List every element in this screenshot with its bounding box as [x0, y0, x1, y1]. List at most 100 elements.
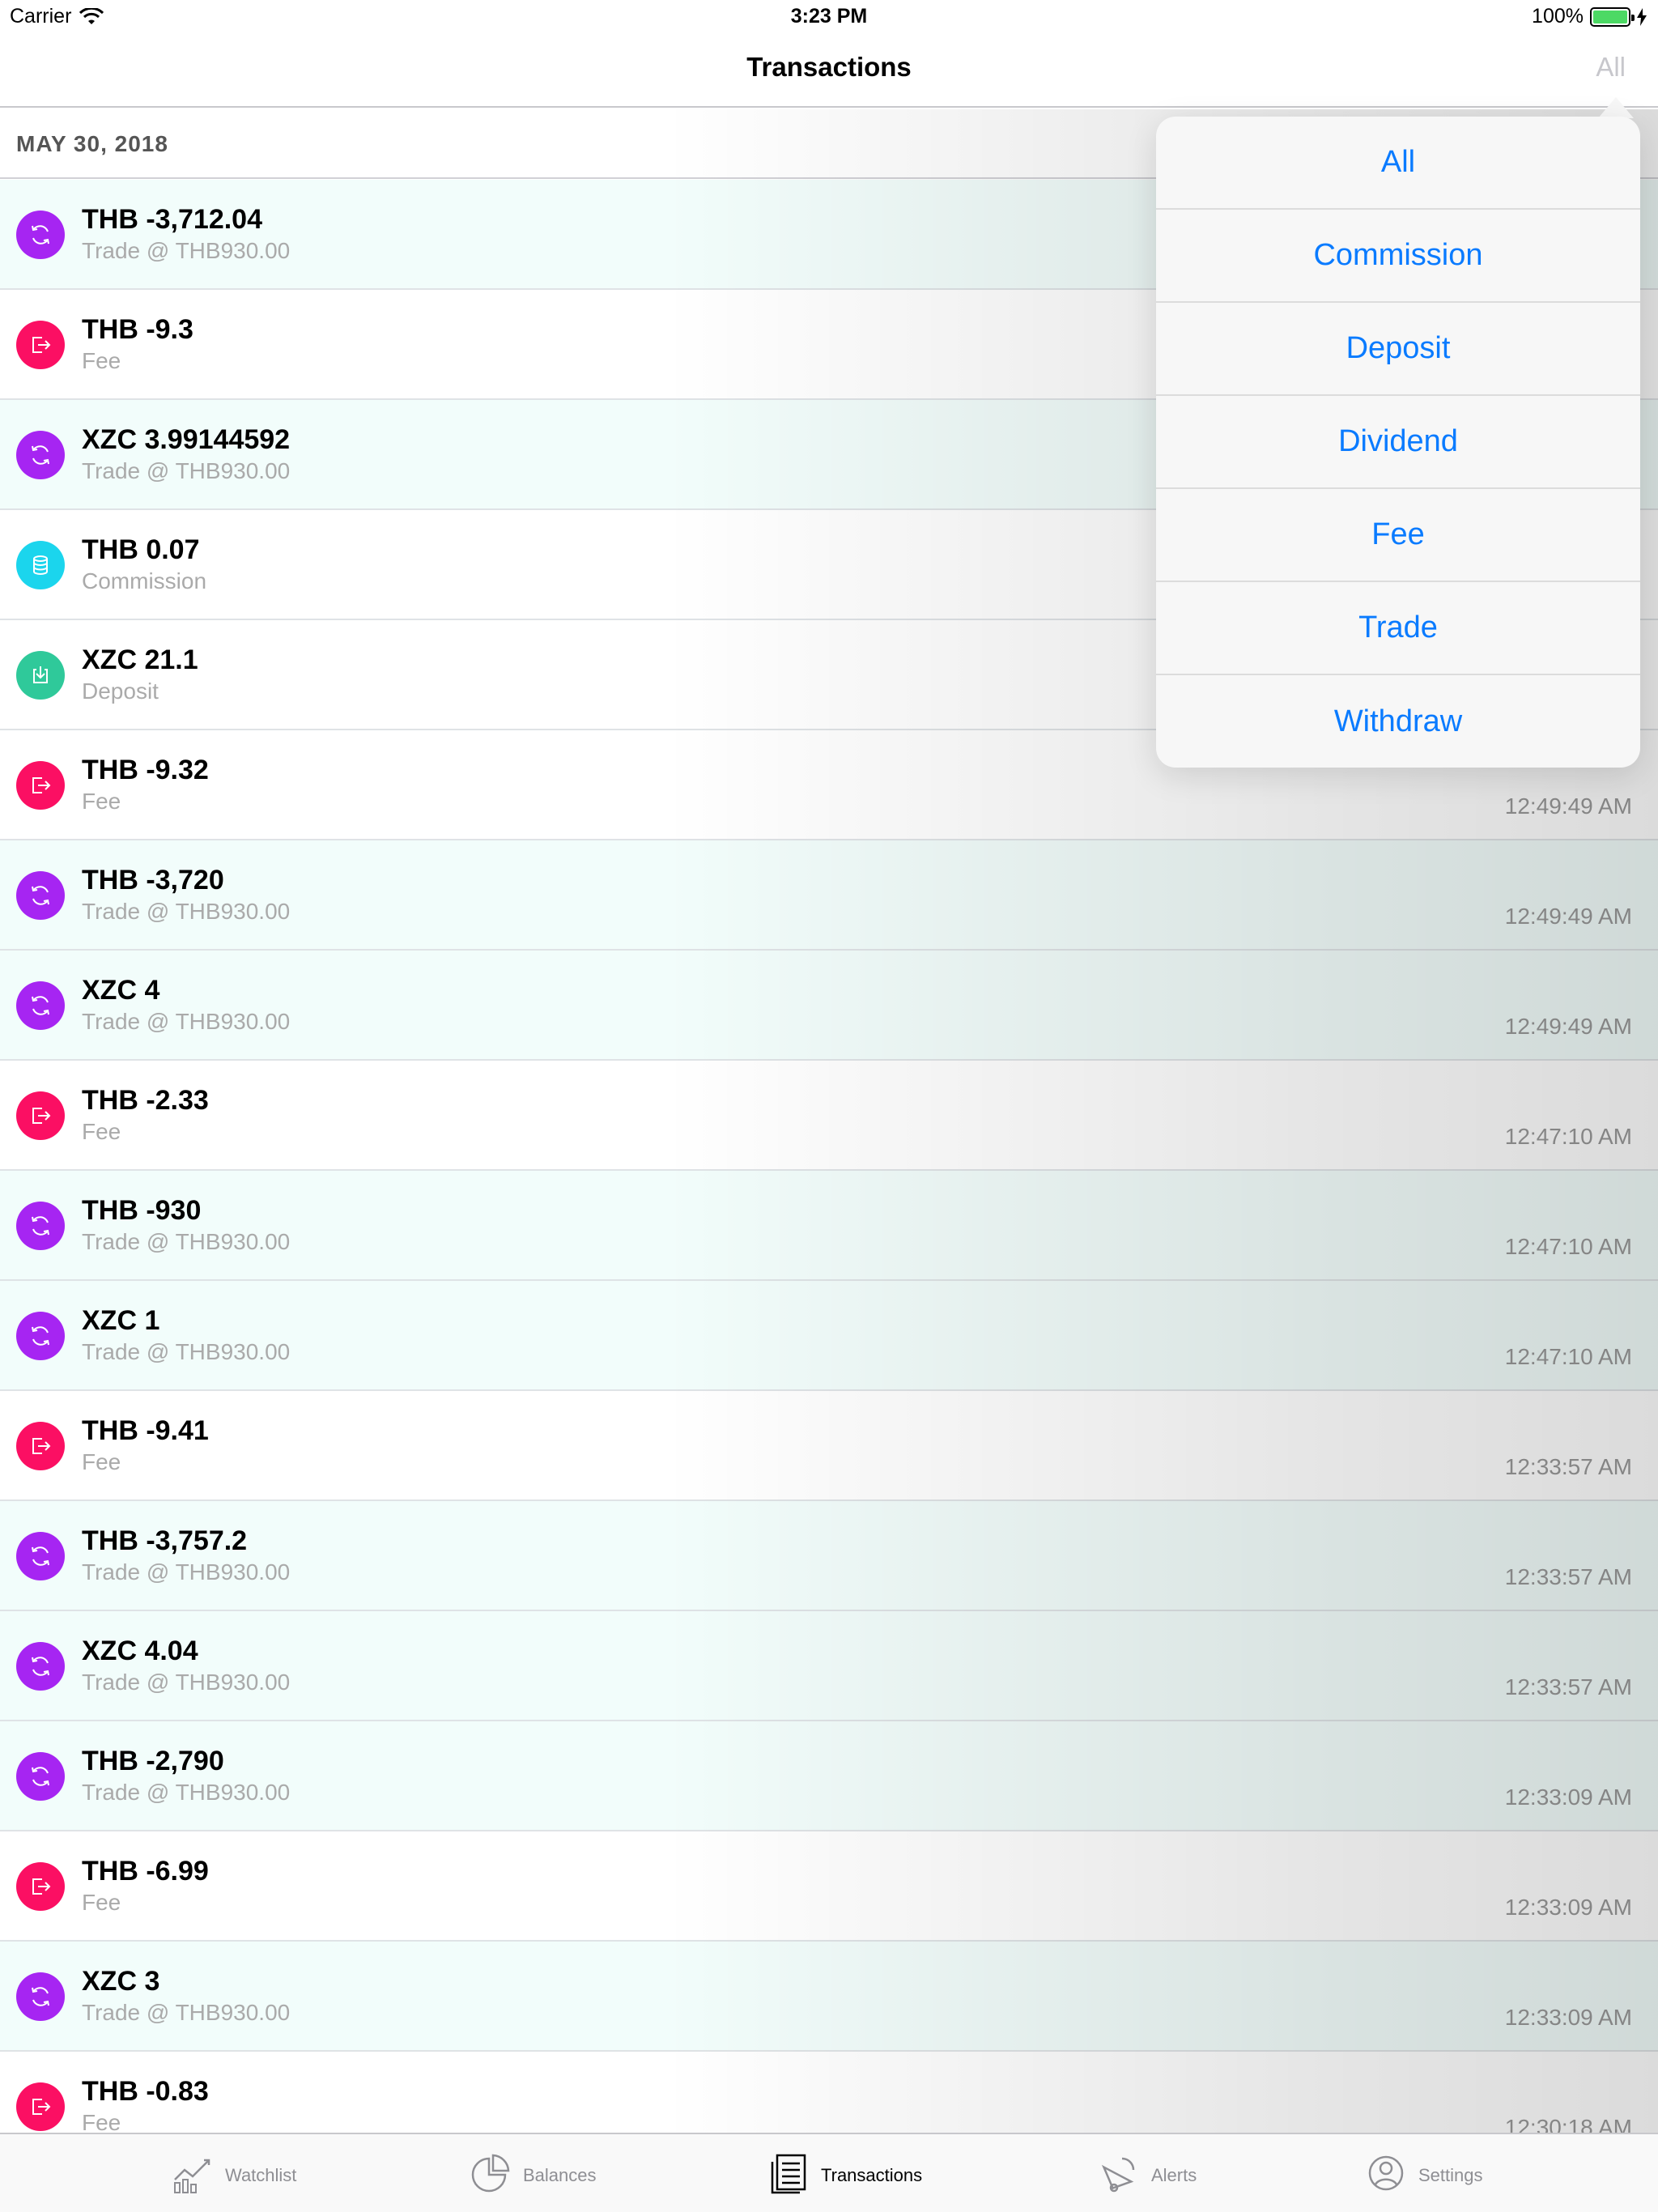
chart-icon — [172, 2152, 214, 2199]
status-time: 3:23 PM — [790, 5, 868, 28]
tab-label: Settings — [1418, 2165, 1483, 2185]
transaction-time: 12:47:10 AM — [1504, 1124, 1632, 1149]
gear-icon — [1365, 2152, 1407, 2199]
transaction-time: 12:47:10 AM — [1504, 1344, 1632, 1369]
trade-icon — [16, 871, 65, 920]
trade-icon — [16, 1972, 65, 2021]
table-row[interactable]: THB -930 Trade @ THB930.00 12:47:10 AM — [0, 1171, 1658, 1281]
fee-icon — [16, 761, 65, 810]
filter-option-fee[interactable]: Fee — [1156, 489, 1640, 582]
transaction-amount: XZC 21.1 — [82, 644, 198, 675]
fee-icon — [16, 1862, 65, 1911]
filter-option-deposit[interactable]: Deposit — [1156, 303, 1640, 396]
transaction-amount: THB -9.3 — [82, 314, 193, 345]
transaction-amount: THB -3,720 — [82, 865, 224, 895]
transaction-description: Trade @ THB930.00 — [82, 2000, 291, 2025]
transaction-time: 12:33:09 AM — [1504, 1895, 1632, 1920]
transaction-amount: THB 0.07 — [82, 534, 200, 565]
transaction-time: 12:49:49 AM — [1504, 793, 1632, 819]
table-row[interactable]: THB -3,757.2 Trade @ THB930.00 12:33:57 AM — [0, 1501, 1658, 1611]
transaction-description: Commission — [82, 568, 207, 593]
filter-option-dividend[interactable]: Dividend — [1156, 396, 1640, 489]
list-icon — [767, 2152, 810, 2199]
transaction-amount: THB -0.83 — [82, 2076, 209, 2107]
transaction-amount: XZC 3 — [82, 1966, 160, 1997]
commission-icon — [16, 541, 65, 589]
battery-percent: 100% — [1532, 5, 1584, 28]
filter-option-all[interactable]: All — [1156, 117, 1640, 210]
popover-arrow — [1598, 97, 1634, 118]
battery: 100% — [1532, 5, 1647, 28]
trade-icon — [16, 1642, 65, 1691]
tab-balances[interactable]: Balances — [470, 2152, 597, 2199]
table-row[interactable]: XZC 1 Trade @ THB930.00 12:47:10 AM — [0, 1281, 1658, 1391]
transaction-description: Trade @ THB930.00 — [82, 1559, 291, 1585]
filter-option-commission[interactable]: Commission — [1156, 210, 1640, 303]
filter-button[interactable]: All — [1596, 52, 1626, 83]
transaction-amount: XZC 3.99144592 — [82, 424, 291, 455]
transaction-amount: THB -2.33 — [82, 1085, 209, 1116]
transaction-description: Trade @ THB930.00 — [82, 1009, 291, 1034]
fee-icon — [16, 1091, 65, 1140]
fee-icon — [16, 321, 65, 369]
fee-icon — [16, 1422, 65, 1470]
tab-label: Watchlist — [225, 2165, 297, 2185]
transaction-description: Trade @ THB930.00 — [82, 899, 291, 924]
transaction-time: 12:33:09 AM — [1504, 2005, 1632, 2030]
table-row[interactable]: XZC 4.04 Trade @ THB930.00 12:33:57 AM — [0, 1611, 1658, 1721]
tab-settings[interactable]: Settings — [1365, 2152, 1483, 2199]
transaction-time: 12:49:49 AM — [1504, 1014, 1632, 1039]
trade-icon — [16, 211, 65, 259]
transaction-description: Trade @ THB930.00 — [82, 1229, 291, 1254]
transaction-time: 12:49:49 AM — [1504, 904, 1632, 929]
trade-icon — [16, 1532, 65, 1580]
transaction-description: Fee — [82, 789, 121, 814]
transaction-description: Fee — [82, 1449, 121, 1474]
filter-option-trade[interactable]: Trade — [1156, 582, 1640, 675]
transaction-amount: XZC 4 — [82, 975, 160, 1006]
status-bar: Carrier 3:23 PM 100% — [0, 0, 1658, 32]
transaction-amount: THB -3,712.04 — [82, 204, 262, 235]
deposit-icon — [16, 651, 65, 700]
tab-label: Transactions — [821, 2165, 923, 2185]
section-date: MAY 30, 2018 — [16, 131, 168, 156]
filter-option-withdraw[interactable]: Withdraw — [1156, 675, 1640, 768]
transaction-description: Deposit — [82, 678, 159, 704]
table-row[interactable]: XZC 3 Trade @ THB930.00 12:33:09 AM — [0, 1942, 1658, 2052]
table-row[interactable]: THB -9.41 Fee 12:33:57 AM — [0, 1391, 1658, 1501]
tab-watchlist[interactable]: Watchlist — [172, 2152, 296, 2199]
transaction-time: 12:33:57 AM — [1504, 1454, 1632, 1479]
table-row[interactable]: THB -3,720 Trade @ THB930.00 12:49:49 AM — [0, 840, 1658, 951]
page-title: Transactions — [746, 52, 912, 82]
transaction-amount: THB -6.99 — [82, 1856, 209, 1887]
tab-label: Alerts — [1151, 2165, 1197, 2185]
bell-icon — [1098, 2152, 1140, 2199]
table-row[interactable]: THB -6.99 Fee 12:33:09 AM — [0, 1831, 1658, 1942]
transaction-amount: XZC 4.04 — [82, 1636, 198, 1666]
pie-icon — [470, 2152, 512, 2199]
tab-label: Balances — [523, 2165, 597, 2185]
table-row[interactable]: THB -2.33 Fee 12:47:10 AM — [0, 1061, 1658, 1171]
trade-icon — [16, 1202, 65, 1250]
transaction-amount: THB -9.32 — [82, 755, 209, 785]
fee-icon — [16, 2082, 65, 2131]
tab-alerts[interactable]: Alerts — [1098, 2152, 1197, 2199]
charging-icon — [1637, 7, 1647, 26]
trade-icon — [16, 431, 65, 479]
trade-icon — [16, 1312, 65, 1360]
table-row[interactable]: THB -2,790 Trade @ THB930.00 12:33:09 AM — [0, 1721, 1658, 1831]
transaction-description: Fee — [82, 348, 121, 373]
transaction-description: Trade @ THB930.00 — [82, 1780, 291, 1805]
trade-icon — [16, 1752, 65, 1801]
battery-icon — [1590, 6, 1635, 27]
transaction-description: Trade @ THB930.00 — [82, 1339, 291, 1364]
table-row[interactable]: XZC 4 Trade @ THB930.00 12:49:49 AM — [0, 951, 1658, 1061]
transaction-amount: XZC 1 — [82, 1305, 160, 1336]
tab-bar: Watchlist Balances Transactions Alerts Setti… — [0, 2133, 1658, 2212]
transaction-amount: THB -2,790 — [82, 1746, 224, 1776]
transaction-amount: THB -9.41 — [82, 1415, 209, 1446]
tab-transactions[interactable]: Transactions — [767, 2152, 922, 2199]
transaction-time: 12:47:10 AM — [1504, 1234, 1632, 1259]
transaction-description: Trade @ THB930.00 — [82, 1670, 291, 1695]
transaction-description: Trade @ THB930.00 — [82, 458, 291, 483]
